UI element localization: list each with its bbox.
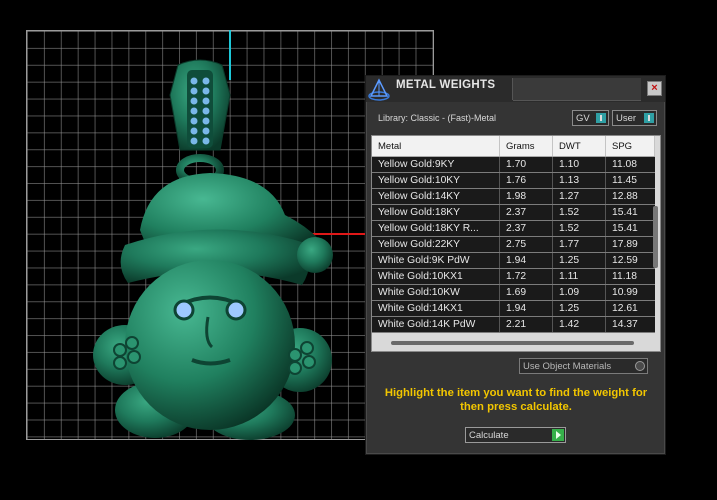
horizontal-scrollbar[interactable] — [391, 341, 634, 345]
cell-metal: Yellow Gold:14KY — [372, 188, 500, 205]
dropdown-arrow-icon — [596, 113, 606, 123]
cell-dwt: 1.52 — [552, 204, 606, 221]
cell-metal: White Gold:14K PdW — [372, 316, 500, 333]
cell-grams: 1.94 — [499, 300, 553, 317]
cell-spg: 17.89 — [605, 236, 655, 253]
cell-grams: 1.94 — [499, 252, 553, 269]
column-header-spg[interactable]: SPG — [605, 136, 655, 157]
table-row[interactable]: Yellow Gold:22KY 2.75 1.77 17.89 — [372, 236, 655, 253]
metal-table[interactable]: Metal Grams DWT SPG Yellow Gold:9KY 1.70 1… — [371, 135, 661, 352]
cell-spg: 14.37 — [605, 316, 655, 333]
use-object-materials-label: Use Object Materials — [523, 361, 612, 372]
cell-grams: 2.21 — [499, 316, 553, 333]
column-header-metal[interactable]: Metal — [372, 136, 500, 157]
cell-spg: 10.99 — [605, 284, 655, 301]
cell-grams: 1.69 — [499, 284, 553, 301]
calculate-label: Calculate — [469, 430, 509, 441]
cell-spg: 12.59 — [605, 252, 655, 269]
column-header-grams[interactable]: Grams — [499, 136, 553, 157]
user-dropdown-value: User — [616, 113, 637, 124]
cell-spg: 15.41 — [605, 204, 655, 221]
table-header-row: Metal Grams DWT SPG — [372, 136, 655, 157]
cell-grams: 2.75 — [499, 236, 553, 253]
cell-metal: White Gold:14KX1 — [372, 300, 500, 317]
cell-spg: 15.41 — [605, 220, 655, 237]
cell-dwt: 1.11 — [552, 268, 606, 285]
cell-grams: 1.76 — [499, 172, 553, 189]
cell-dwt: 1.09 — [552, 284, 606, 301]
metal-weights-dialog: METAL WEIGHTS × Library: Classic - (Fast… — [365, 75, 666, 455]
use-object-materials-option[interactable]: Use Object Materials — [519, 358, 648, 374]
pendant-model[interactable] — [80, 55, 360, 440]
cell-grams: 1.98 — [499, 188, 553, 205]
title-spacer — [513, 78, 641, 101]
table-row[interactable]: Yellow Gold:18KY 2.37 1.52 15.41 — [372, 204, 655, 221]
cell-dwt: 1.52 — [552, 220, 606, 237]
gv-dropdown-value: GV — [576, 113, 590, 124]
table-row[interactable]: Yellow Gold:10KY 1.76 1.13 11.45 — [372, 172, 655, 189]
cell-dwt: 1.10 — [552, 156, 606, 173]
instruction-text: Highlight the item you want to find the … — [384, 387, 648, 413]
cell-dwt: 1.77 — [552, 236, 606, 253]
cell-metal: Yellow Gold:9KY — [372, 156, 500, 173]
cell-metal: White Gold:10KX1 — [372, 268, 500, 285]
cell-metal: White Gold:10KW — [372, 284, 500, 301]
column-header-dwt[interactable]: DWT — [552, 136, 606, 157]
cell-metal: White Gold:9K PdW — [372, 252, 500, 269]
close-button[interactable]: × — [647, 81, 662, 96]
cell-dwt: 1.13 — [552, 172, 606, 189]
table-row[interactable]: Yellow Gold:9KY 1.70 1.10 11.08 — [372, 156, 655, 173]
cell-grams: 2.37 — [499, 204, 553, 221]
cell-grams: 1.72 — [499, 268, 553, 285]
table-row[interactable]: White Gold:14K PdW 2.21 1.42 14.37 — [372, 316, 655, 333]
dialog-title: METAL WEIGHTS — [396, 79, 496, 91]
table-row[interactable]: Yellow Gold:14KY 1.98 1.27 12.88 — [372, 188, 655, 205]
cell-dwt: 1.25 — [552, 252, 606, 269]
library-label: Library: Classic - (Fast)-Metal — [378, 113, 497, 123]
table-row[interactable]: White Gold:10KX1 1.72 1.11 11.18 — [372, 268, 655, 285]
cell-metal: Yellow Gold:18KY — [372, 204, 500, 221]
cell-dwt: 1.27 — [552, 188, 606, 205]
cell-grams: 1.70 — [499, 156, 553, 173]
cell-metal: Yellow Gold:22KY — [372, 236, 500, 253]
cell-metal: Yellow Gold:10KY — [372, 172, 500, 189]
vertical-scrollbar[interactable] — [653, 206, 658, 268]
table-row[interactable]: White Gold:14KX1 1.94 1.25 12.61 — [372, 300, 655, 317]
cell-spg: 12.61 — [605, 300, 655, 317]
radio-icon[interactable] — [635, 361, 645, 371]
cell-dwt: 1.42 — [552, 316, 606, 333]
cell-spg: 11.45 — [605, 172, 655, 189]
cell-dwt: 1.25 — [552, 300, 606, 317]
table-row[interactable]: White Gold:10KW 1.69 1.09 10.99 — [372, 284, 655, 301]
user-dropdown[interactable]: User — [612, 110, 657, 126]
calculate-button[interactable]: Calculate — [465, 427, 566, 443]
dialog-titlebar[interactable]: METAL WEIGHTS × — [366, 76, 665, 102]
dropdown-arrow-icon — [644, 113, 654, 123]
cell-spg: 12.88 — [605, 188, 655, 205]
cell-grams: 2.37 — [499, 220, 553, 237]
cell-spg: 11.18 — [605, 268, 655, 285]
cell-metal: Yellow Gold:18KY R... — [372, 220, 500, 237]
pyramid-icon — [368, 78, 390, 101]
gv-dropdown[interactable]: GV — [572, 110, 609, 126]
table-row[interactable]: Yellow Gold:18KY R... 2.37 1.52 15.41 — [372, 220, 655, 237]
play-icon — [552, 429, 564, 441]
table-row[interactable]: White Gold:9K PdW 1.94 1.25 12.59 — [372, 252, 655, 269]
cell-spg: 11.08 — [605, 156, 655, 173]
